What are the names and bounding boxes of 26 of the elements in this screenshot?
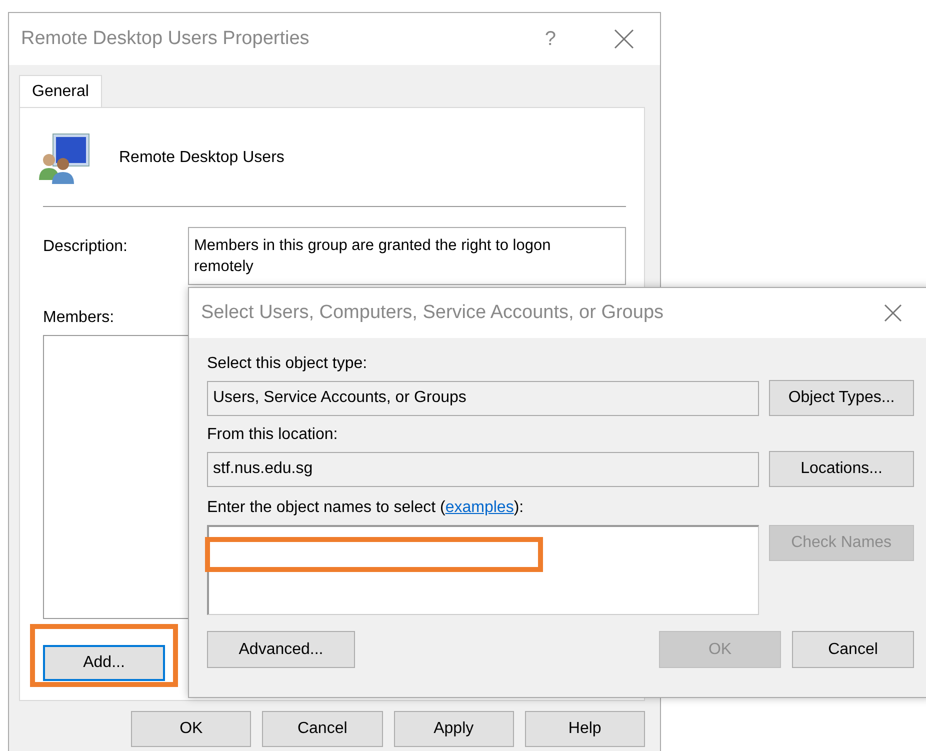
help-button[interactable]: ? — [544, 28, 556, 50]
description-field[interactable]: Members in this group are granted the right to logon remotely — [188, 227, 626, 285]
add-button[interactable]: Add... — [43, 645, 165, 681]
object-type-field: Users, Service Accounts, or Groups — [207, 380, 760, 416]
locations-button[interactable]: Locations... — [769, 451, 914, 487]
location-label: From this location: — [207, 426, 339, 444]
advanced-button[interactable]: Advanced... — [207, 631, 355, 668]
dialog-button[interactable]: Cancel — [792, 631, 914, 668]
dialog-button[interactable]: Help — [524, 711, 645, 747]
members-label: Members: — [43, 309, 114, 327]
tab[interactable]: General — [19, 75, 102, 107]
object-types-button[interactable]: Object Types... — [769, 380, 914, 416]
description-label: Description: — [43, 237, 128, 257]
close-icon[interactable] — [614, 29, 634, 49]
names-prompt: Enter the object names to select (examples): — [207, 499, 525, 517]
dialog-button[interactable]: Apply — [394, 711, 514, 747]
location-field: stf.nus.edu.sg — [207, 452, 760, 486]
examples-link[interactable]: examples — [445, 499, 514, 516]
window-title: Remote Desktop Users Properties — [21, 28, 310, 50]
object-type-label: Select this object type: — [207, 355, 368, 373]
dialog-button[interactable]: Cancel — [262, 711, 382, 747]
names-field[interactable] — [207, 525, 759, 615]
group-name: Remote Desktop Users — [119, 149, 284, 167]
dialog-button[interactable]: OK — [131, 711, 252, 747]
close-icon[interactable] — [884, 304, 902, 322]
window-title: Select Users, Computers, Service Accounts, or Groups — [201, 302, 665, 324]
